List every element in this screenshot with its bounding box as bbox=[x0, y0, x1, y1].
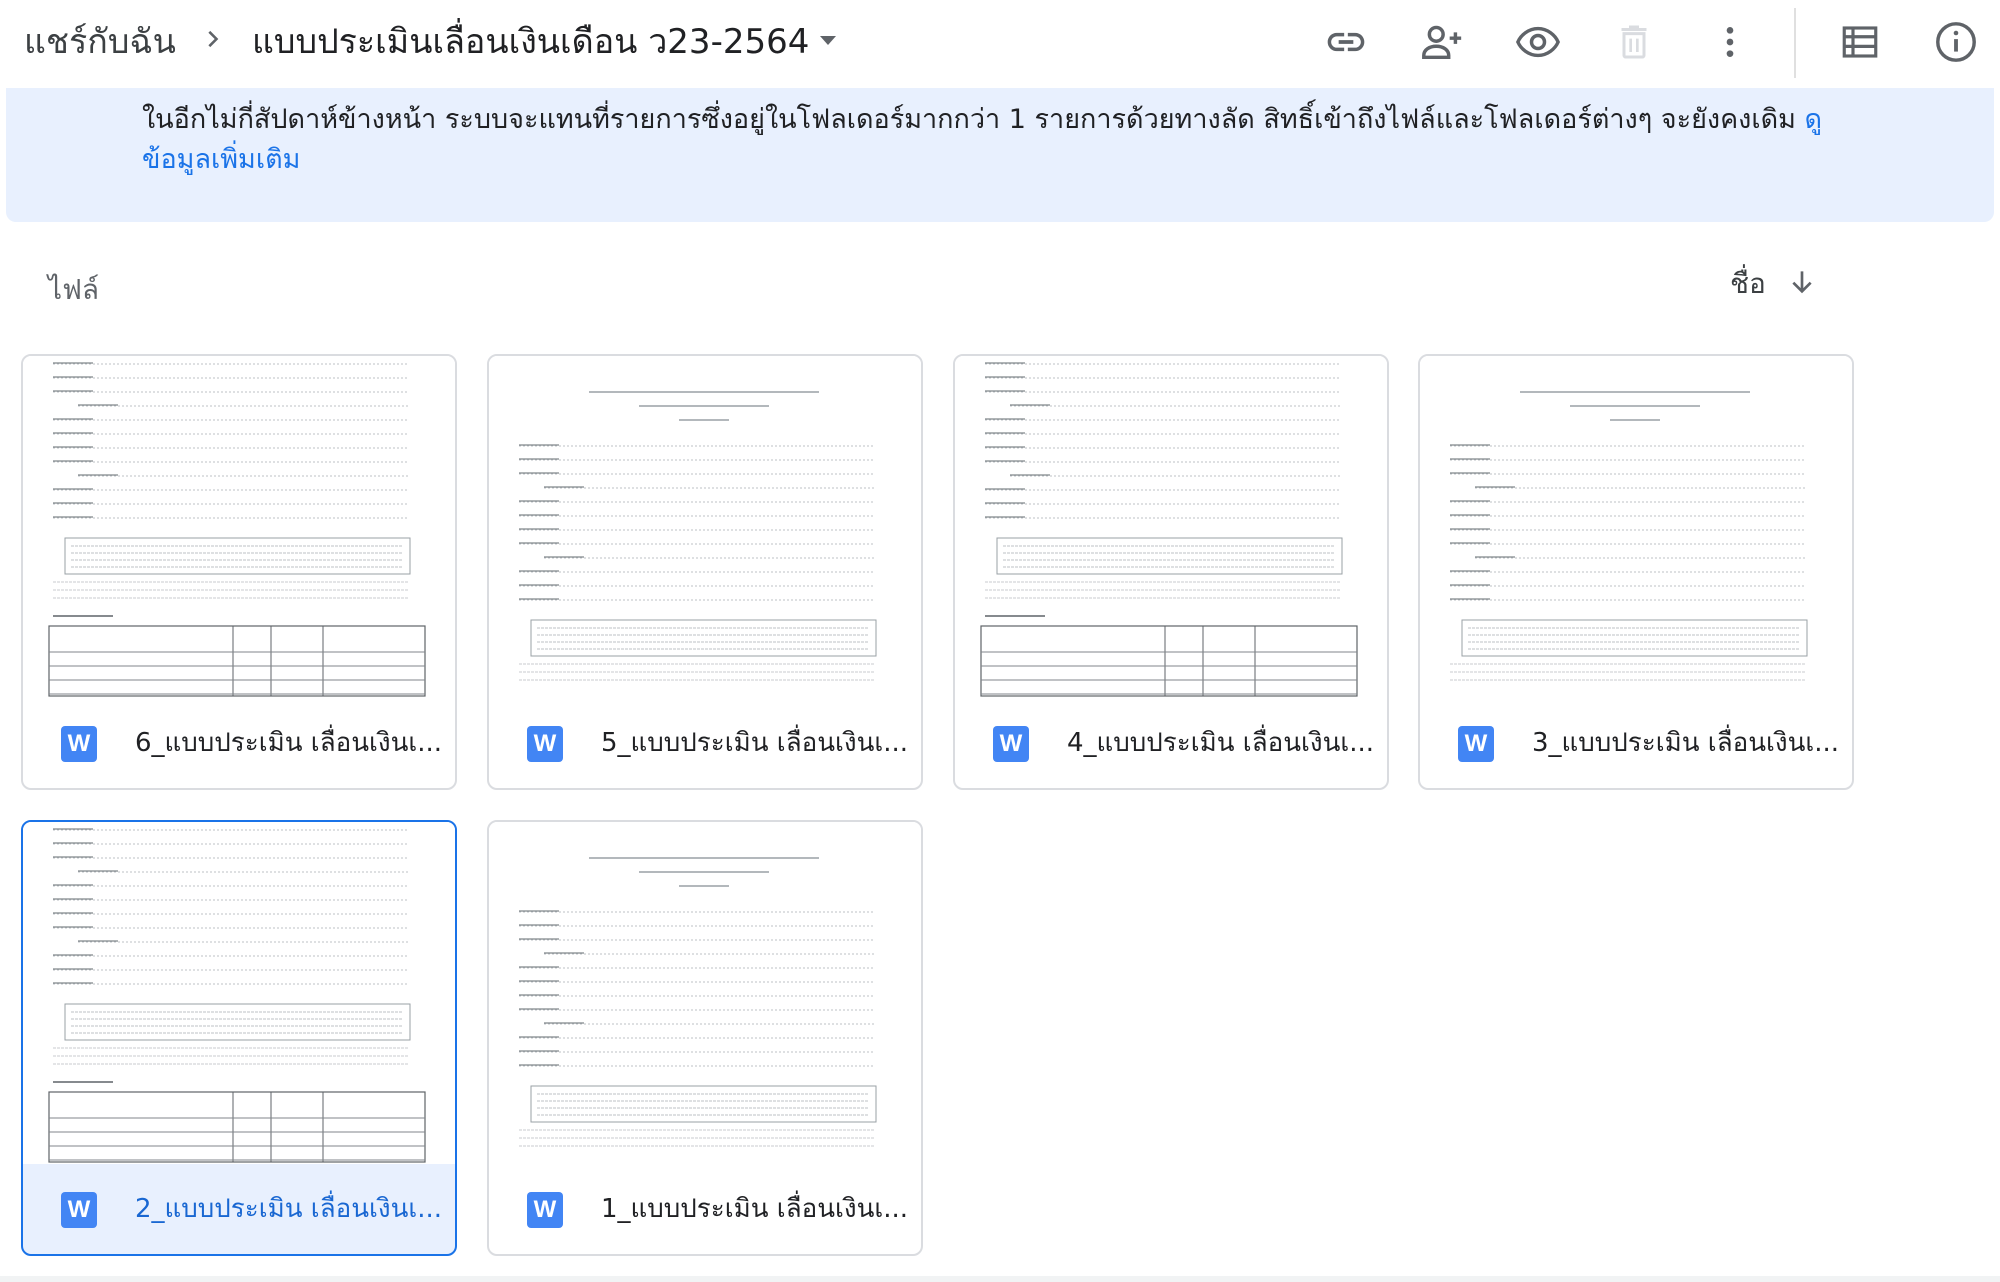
document-page-preview bbox=[980, 362, 1358, 697]
document-page-preview bbox=[519, 391, 877, 681]
chevron-right-icon bbox=[208, 30, 219, 48]
list-view-icon[interactable] bbox=[1834, 16, 1886, 68]
document-thumbnail bbox=[489, 822, 921, 1164]
word-doc-icon: W bbox=[527, 1192, 563, 1228]
shortcut-notice-banner: ในอีกไม่กี่สัปดาห์ข้างหน้า ระบบจะแทนที่ร… bbox=[6, 88, 1994, 222]
sort-by-name-button[interactable]: ชื่อ bbox=[1730, 262, 1766, 306]
bottom-edge bbox=[0, 1276, 2000, 1282]
file-card-selected[interactable]: W 2_แบบประเมิน เลื่อนเงินเ... bbox=[21, 820, 457, 1256]
document-thumbnail bbox=[1420, 356, 1852, 698]
word-doc-icon: W bbox=[61, 1192, 97, 1228]
file-name: 5_แบบประเมิน เลื่อนเงินเ... bbox=[601, 728, 909, 758]
toolbar-divider bbox=[1794, 8, 1796, 78]
word-doc-icon: W bbox=[61, 726, 97, 762]
add-person-icon[interactable] bbox=[1416, 16, 1468, 68]
caret-down-icon[interactable] bbox=[818, 34, 838, 48]
eye-icon[interactable] bbox=[1512, 16, 1564, 68]
file-name: 1_แบบประเมิน เลื่อนเงินเ... bbox=[601, 1194, 909, 1224]
document-page-preview bbox=[1450, 391, 1808, 681]
link-icon[interactable] bbox=[1320, 16, 1372, 68]
document-thumbnail bbox=[955, 356, 1387, 698]
arrow-down-icon[interactable] bbox=[1786, 266, 1818, 298]
document-page-preview bbox=[48, 828, 426, 1163]
file-card[interactable]: W 4_แบบประเมิน เลื่อนเงินเ... bbox=[953, 354, 1389, 790]
file-name: 4_แบบประเมิน เลื่อนเงินเ... bbox=[1067, 728, 1375, 758]
file-name: 6_แบบประเมิน เลื่อนเงินเ... bbox=[135, 728, 443, 758]
file-card[interactable]: W 1_แบบประเมิน เลื่อนเงินเ... bbox=[487, 820, 923, 1256]
document-page-preview bbox=[48, 362, 426, 697]
info-icon[interactable] bbox=[1930, 16, 1982, 68]
file-card-footer: W 3_แบบประเมิน เลื่อนเงินเ... bbox=[1420, 698, 1852, 788]
document-thumbnail bbox=[489, 356, 921, 698]
file-card-footer: W 1_แบบประเมิน เลื่อนเงินเ... bbox=[489, 1164, 921, 1254]
file-card[interactable]: W 3_แบบประเมิน เลื่อนเงินเ... bbox=[1418, 354, 1854, 790]
file-name: 3_แบบประเมิน เลื่อนเงินเ... bbox=[1532, 728, 1840, 758]
banner-message: ในอีกไม่กี่สัปดาห์ข้างหน้า ระบบจะแทนที่ร… bbox=[142, 104, 1805, 135]
top-header: แชร์กับฉัน แบบประเมินเลื่อนเงินเดือน ว23… bbox=[0, 0, 2000, 88]
breadcrumb-root[interactable]: แชร์กับฉัน bbox=[24, 14, 176, 68]
document-thumbnail bbox=[23, 822, 455, 1164]
word-doc-icon: W bbox=[993, 726, 1029, 762]
file-card[interactable]: W 6_แบบประเมิน เลื่อนเงินเ... bbox=[21, 354, 457, 790]
trash-icon bbox=[1608, 16, 1660, 68]
breadcrumb-current-folder[interactable]: แบบประเมินเลื่อนเงินเดือน ว23-2564 bbox=[252, 14, 809, 68]
document-page-preview bbox=[519, 857, 877, 1147]
banner-text-block: ในอีกไม่กี่สัปดาห์ข้างหน้า ระบบจะแทนที่ร… bbox=[142, 100, 1842, 180]
word-doc-icon: W bbox=[1458, 726, 1494, 762]
file-card[interactable]: W 5_แบบประเมิน เลื่อนเงินเ... bbox=[487, 354, 923, 790]
file-card-footer: W 5_แบบประเมิน เลื่อนเงินเ... bbox=[489, 698, 921, 788]
document-thumbnail bbox=[23, 356, 455, 698]
files-section-label: ไฟล์ bbox=[48, 273, 100, 306]
file-card-footer: W 4_แบบประเมิน เลื่อนเงินเ... bbox=[955, 698, 1387, 788]
word-doc-icon: W bbox=[527, 726, 563, 762]
more-vert-icon[interactable] bbox=[1704, 16, 1756, 68]
file-card-footer: W 2_แบบประเมิน เลื่อนเงินเ... bbox=[23, 1164, 455, 1254]
file-card-footer: W 6_แบบประเมิน เลื่อนเงินเ... bbox=[23, 698, 455, 788]
file-name: 2_แบบประเมิน เลื่อนเงินเ... bbox=[135, 1194, 443, 1224]
